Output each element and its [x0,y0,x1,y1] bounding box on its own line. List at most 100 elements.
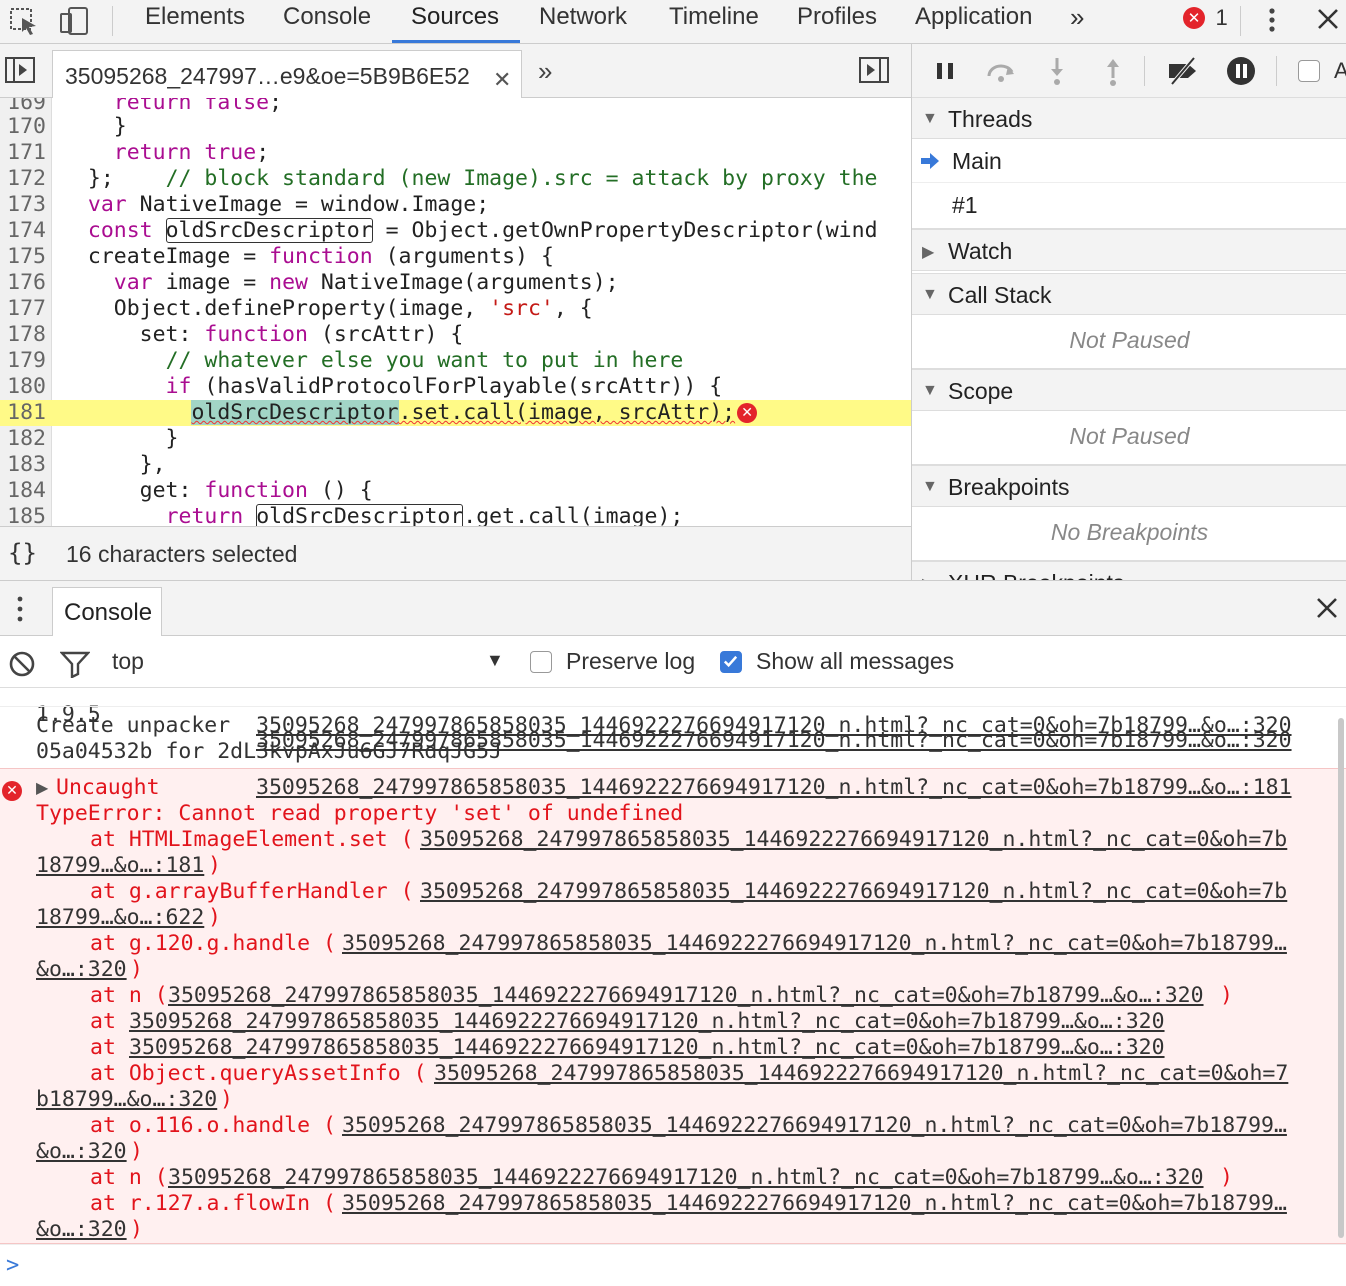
tab-profiles[interactable]: Profiles [797,0,877,44]
pause-on-exceptions-icon[interactable] [1224,54,1258,88]
tab-console[interactable]: Console [283,0,371,44]
error-title: Uncaught [56,775,160,800]
tab-sources[interactable]: Sources [411,0,499,44]
toggle-debugger-icon[interactable] [858,56,890,84]
close-devtools-icon[interactable] [1314,5,1342,33]
console-messages: 1.9.5 35095268_247997865858035_144692227… [0,688,1346,1244]
source-link[interactable]: 35095268_247997865858035_144692227669491… [420,879,1287,905]
stack-frame: at g.arrayBufferHandler ( 35095268_24799… [36,879,1326,931]
toggle-navigator-icon[interactable] [4,56,36,84]
stack-frame: at HTMLImageElement.set ( 35095268_24799… [36,827,1326,879]
expand-triangle-icon[interactable]: ▶ [36,775,48,801]
selection-status: 16 characters selected [66,541,298,567]
source-link[interactable]: 35095268_247997865858035_144692227669491… [256,775,1292,801]
device-mode-icon[interactable] [58,5,90,37]
watch-section-header[interactable]: ▶ Watch [912,229,1346,271]
thread-item-main[interactable]: Main [912,139,1346,183]
call-stack-empty: Not Paused [1069,327,1190,353]
stack-frame: at 35095268_247997865858035_144692227669… [36,1009,1326,1035]
drawer-tab-console[interactable]: Console [52,587,162,637]
source-link[interactable]: 35095268_247997865858035_144692227669491… [256,713,1292,739]
toolbar-divider [1240,6,1241,36]
call-stack-section-header[interactable]: ▼ Call Stack [912,273,1346,315]
filter-icon[interactable] [60,650,90,678]
preserve-log-label: Preserve log [566,648,696,674]
show-all-messages-label: Show all messages [756,648,955,674]
stack-frame-label: at [90,1009,129,1034]
code-line: 183 }, [7,452,166,477]
console-prompt[interactable]: > [0,1244,1346,1286]
thread-item[interactable]: #1 [912,183,1346,227]
breakpoints-section-header[interactable]: ▼ Breakpoints [912,465,1346,507]
stack-frame-label: at Object.queryAssetInfo ( [90,1061,427,1086]
source-link[interactable]: b18799…&o…:320 [36,1087,217,1113]
error-icon: ✕ [1183,7,1205,29]
stack-frame-end: ) [220,1087,233,1112]
scope-section-header[interactable]: ▼ Scope [912,369,1346,411]
stack-frame: at Object.queryAssetInfo ( 35095268_2479… [36,1061,1326,1113]
clear-console-icon[interactable] [8,650,36,678]
show-all-messages-checkbox[interactable] [720,651,742,673]
error-counter[interactable]: ✕ 1 [1183,5,1228,30]
source-link[interactable]: &o…:320 [36,957,127,983]
source-link[interactable]: &o…:320 [36,1139,127,1165]
inspect-element-icon[interactable] [8,6,40,38]
source-link[interactable]: 35095268_247997865858035_144692227669491… [342,931,1287,957]
code-line: 178 set: function (srcAttr) { [7,322,464,347]
close-drawer-icon[interactable] [1314,595,1340,621]
more-files-icon[interactable]: » [538,56,552,87]
dropdown-arrow-icon: ▼ [486,650,504,670]
source-link[interactable]: &o…:320 [36,1217,127,1243]
customize-menu-icon[interactable] [1260,4,1284,36]
more-tabs-icon[interactable]: » [1070,0,1084,44]
thread-name: Main [952,148,1002,174]
source-link[interactable]: 18799…&o…:181 [36,853,204,879]
context-selector[interactable]: top ▼ [112,644,512,680]
tab-application[interactable]: Application [915,0,1032,44]
code-line: 173 var NativeImage = window.Image; [7,192,490,217]
breakpoints-body: No Breakpoints [912,507,1346,561]
scope-body: Not Paused [912,411,1346,465]
stack-frame-label: at HTMLImageElement.set ( [90,827,414,852]
source-link[interactable]: 35095268_247997865858035_144692227669491… [129,1009,1165,1035]
tab-timeline[interactable]: Timeline [669,0,759,44]
editor-file-tab[interactable]: 35095268_247997…e9&oe=5B9B6E52 ✕ [52,50,522,98]
source-link[interactable]: 35095268_247997865858035_144692227669491… [168,1165,1204,1191]
threads-section-header[interactable]: ▼ Threads [912,97,1346,139]
step-over-icon[interactable] [984,54,1018,88]
pause-icon[interactable] [928,54,962,88]
inline-error-icon[interactable]: ✕ [737,403,758,423]
preserve-log-checkbox[interactable] [530,651,552,673]
step-out-icon[interactable] [1096,54,1130,88]
xhr-breakpoints-section-header[interactable]: ▶ XHR Breakpoints [912,561,1346,580]
source-link[interactable]: 35095268_247997865858035_144692227669491… [129,1035,1165,1061]
code-editor[interactable]: 169 return false; 170 } 171 return true;… [0,98,911,526]
source-link[interactable]: 35095268_247997865858035_144692227669491… [434,1061,1288,1087]
source-link[interactable]: 35095268_247997865858035_144692227669491… [342,1113,1287,1139]
code-line: 176 var image = new NativeImage(argument… [7,270,619,295]
active-tab-indicator [392,40,520,43]
source-link[interactable]: 35095268_247997865858035_144692227669491… [342,1191,1287,1217]
context-label: top [112,648,144,674]
thread-name: #1 [952,192,978,218]
async-checkbox[interactable] [1298,60,1320,82]
stack-frame-end: ) [1220,983,1233,1008]
step-into-icon[interactable] [1040,54,1074,88]
close-tab-icon[interactable]: ✕ [493,67,511,93]
source-link[interactable]: 18799…&o…:622 [36,905,204,931]
drawer-menu-icon[interactable] [10,593,30,625]
stack-frame-end: ) [130,1217,143,1242]
source-link[interactable]: 35095268_247997865858035_144692227669491… [168,983,1204,1009]
stack-frame: at n ( 35095268_247997865858035_14469222… [36,983,1326,1009]
deactivate-breakpoints-icon[interactable] [1166,54,1200,88]
debugger-sidebar: A ▼ Threads Main #1 ▶ Watch ▼ Call Stack… [911,44,1346,580]
pretty-print-icon[interactable]: {} [8,539,37,567]
error-count: 1 [1215,5,1228,30]
code-line-error-highlight: 181 oldSrcDescriptor.set.call(image, src… [0,400,911,426]
tab-elements[interactable]: Elements [145,0,245,44]
stack-frame: at n ( 35095268_247997865858035_14469222… [36,1165,1326,1191]
tab-network[interactable]: Network [539,0,627,44]
source-link[interactable]: 35095268_247997865858035_144692227669491… [420,827,1287,853]
console-scrollbar[interactable] [1338,718,1344,1238]
call-stack-label: Call Stack [948,282,1052,308]
